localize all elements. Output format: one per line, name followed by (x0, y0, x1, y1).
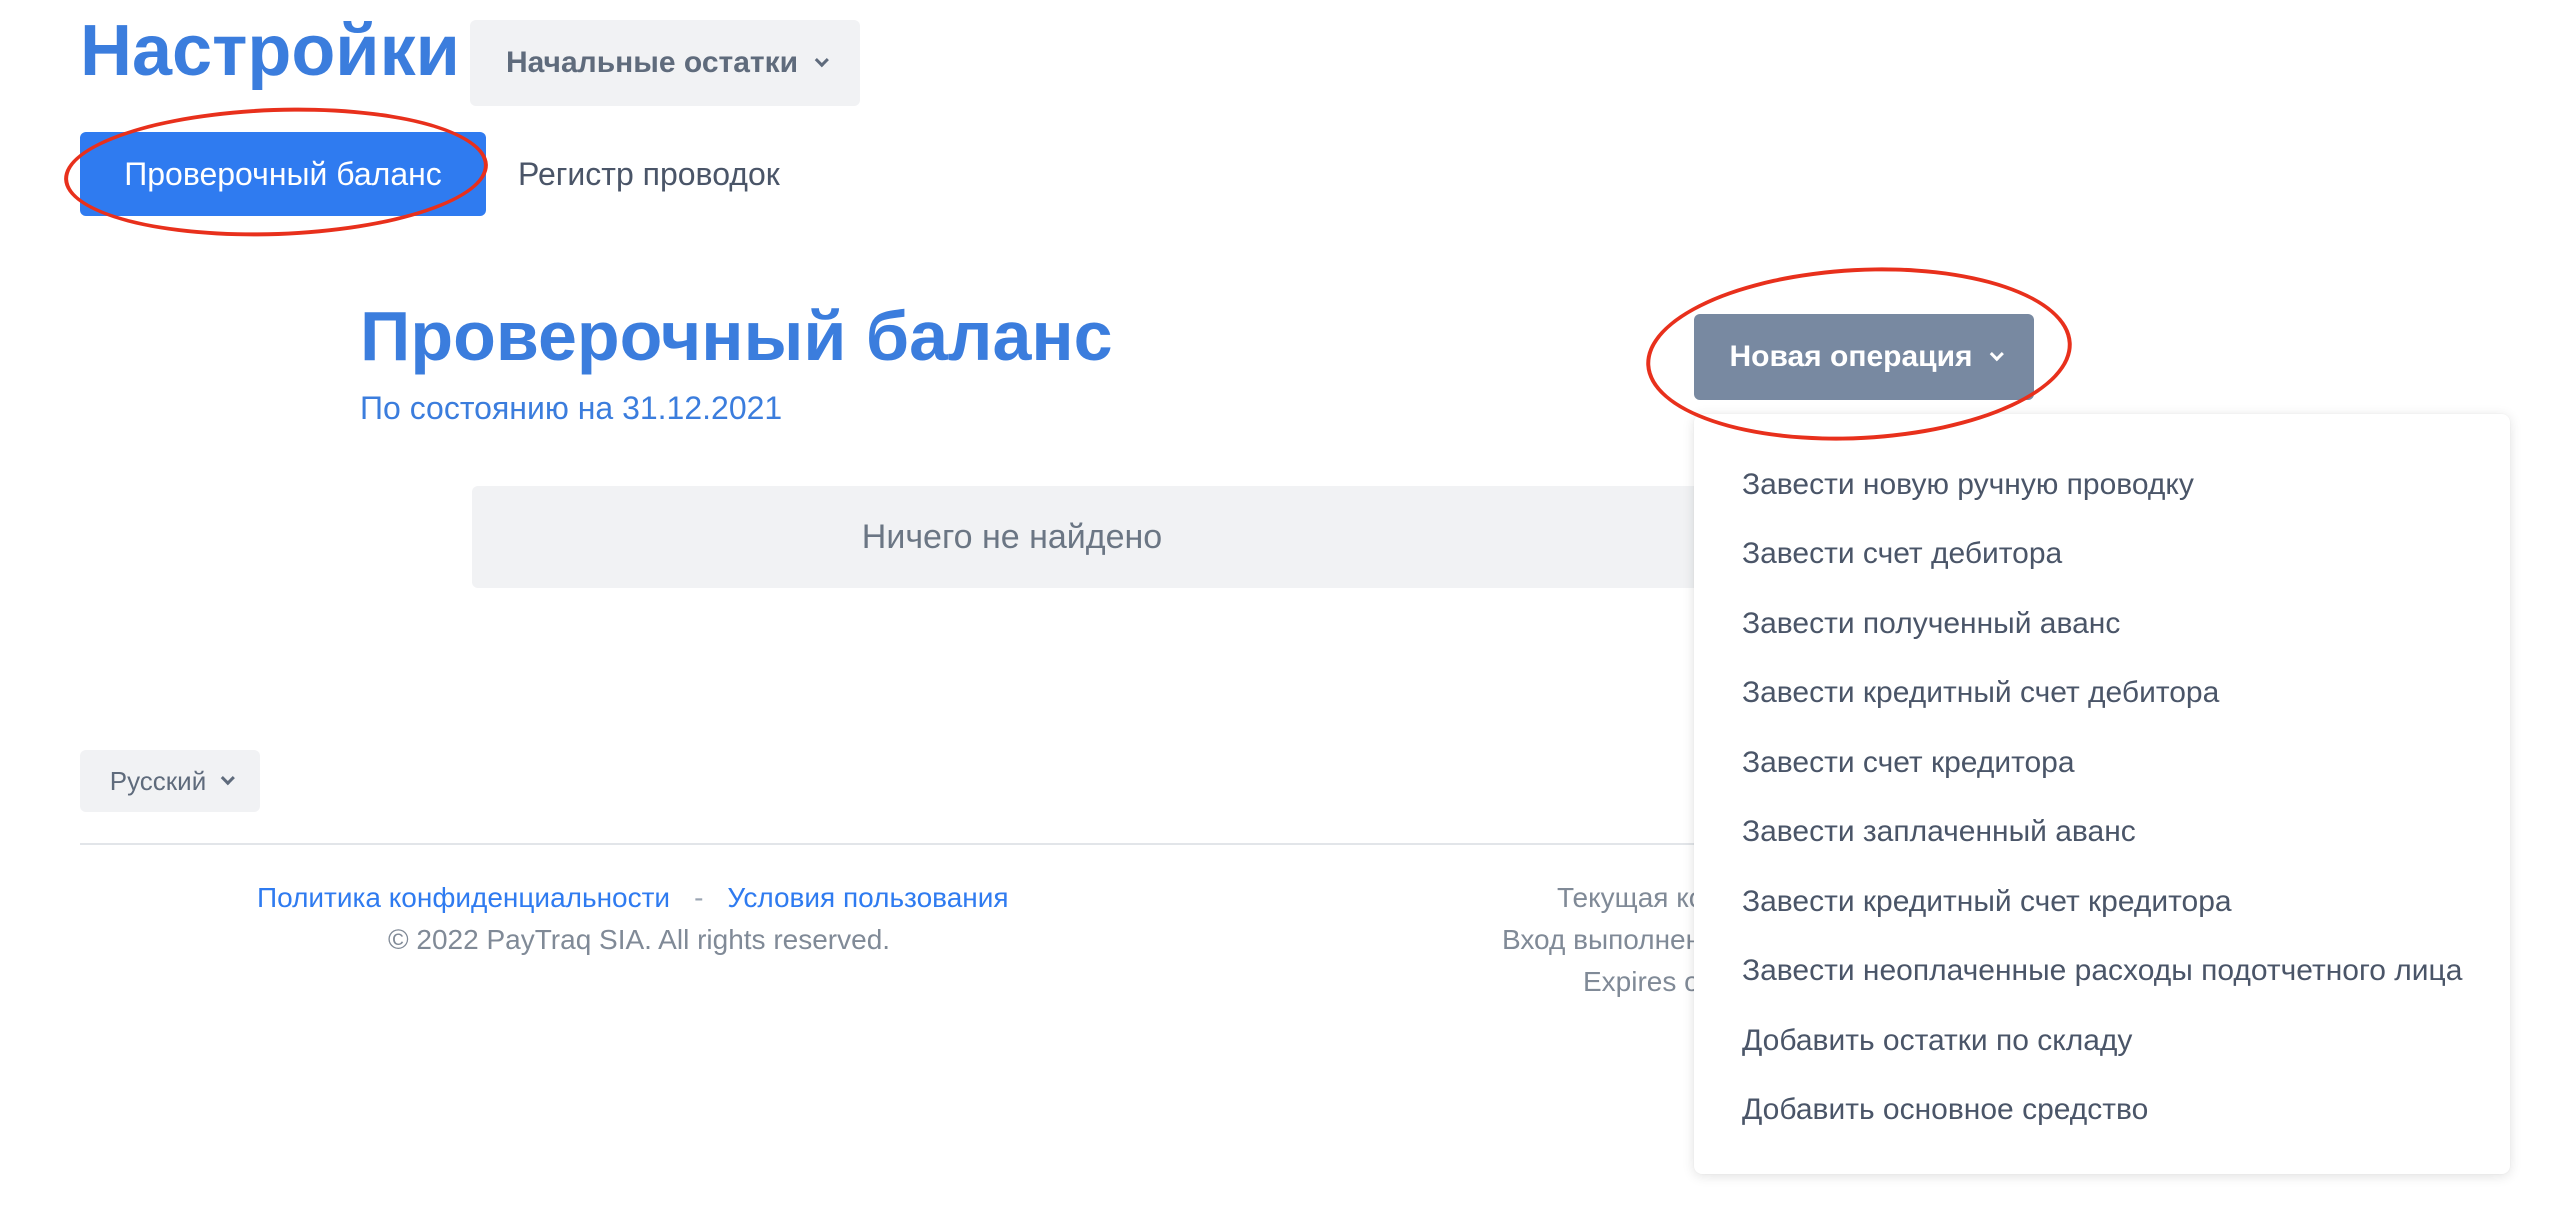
settings-section-dropdown[interactable]: Начальные остатки (470, 20, 860, 106)
menu-item-new-manual-entry[interactable]: Завести новую ручную проводку (1694, 450, 2510, 520)
menu-item-paid-advance[interactable]: Завести заплаченный аванс (1694, 798, 2510, 868)
section-title: Проверочный баланс (360, 297, 1113, 375)
tab-trial-balance[interactable]: Проверочный баланс (80, 132, 486, 216)
chevron-down-icon (1989, 347, 2004, 362)
footer-link-separator: - (694, 882, 704, 913)
tab-label: Регистр проводок (518, 155, 780, 192)
menu-item-creditor-invoice[interactable]: Завести счет кредитора (1694, 728, 2510, 798)
language-select[interactable]: Русский (80, 750, 260, 812)
language-label: Русский (109, 765, 207, 796)
empty-state-text: Ничего не найдено (861, 517, 1163, 556)
menu-item-unpaid-employee-expenses[interactable]: Завести неоплаченные расходы подотчетног… (1694, 937, 2510, 1007)
copyright: © 2022 PayTraq SIA. All rights reserved. (388, 924, 891, 955)
logged-in-text: Вход выполнен (1502, 924, 1702, 955)
privacy-policy-link[interactable]: Политика конфиденциальности (257, 882, 670, 914)
new-operation-label: Новая операция (1729, 340, 1973, 373)
menu-item-received-advance[interactable]: Завести полученный аванс (1694, 589, 2510, 659)
menu-item-creditor-credit-note[interactable]: Завести кредитный счет кредитора (1694, 867, 2510, 937)
tab-journal-register[interactable]: Регистр проводок (518, 132, 780, 216)
menu-item-add-fixed-asset[interactable]: Добавить основное средство (1694, 1076, 2510, 1146)
settings-section-dropdown-label: Начальные остатки (505, 46, 799, 79)
footer-links: Политика конфиденциальности - Условия по… (257, 882, 1009, 914)
menu-item-add-stock-balances[interactable]: Добавить остатки по складу (1694, 1006, 2510, 1076)
expires-text: Expires o (1583, 966, 1700, 997)
menu-item-debtor-invoice[interactable]: Завести счет дебитора (1694, 520, 2510, 590)
chevron-down-icon (814, 53, 829, 68)
new-operation-menu: Завести новую ручную проводку Завести сч… (1694, 414, 2510, 1174)
as-of-date: По состоянию на 31.12.2021 (360, 390, 783, 426)
tab-label: Проверочный баланс (124, 155, 442, 192)
footer-divider (80, 843, 1780, 845)
menu-item-debtor-credit-note[interactable]: Завести кредитный счет дебитора (1694, 659, 2510, 729)
page-title: Настройки (80, 11, 460, 91)
terms-of-use-link[interactable]: Условия пользования (727, 882, 1008, 914)
empty-state: Ничего не найдено (472, 486, 1812, 588)
chevron-down-icon (220, 771, 236, 786)
new-operation-button[interactable]: Новая операция (1694, 314, 2034, 400)
current-company-text: Текущая ко (1557, 882, 1705, 913)
